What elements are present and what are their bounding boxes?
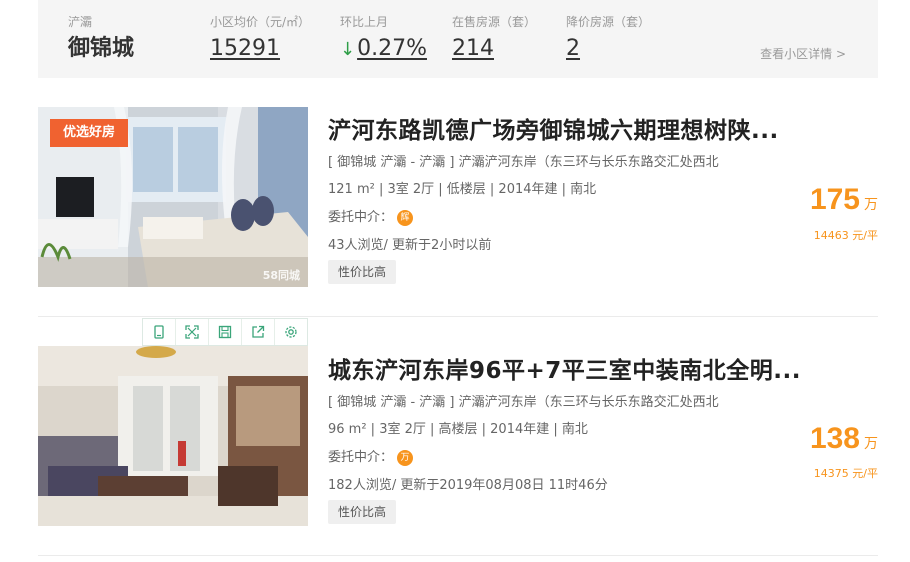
district-label: 浐灞 xyxy=(68,15,93,29)
agent-badge-icon[interactable]: 万 xyxy=(397,449,414,466)
listing-hover-toolbar xyxy=(142,318,308,346)
listing-price: 138 万 xyxy=(810,422,878,456)
price-cut-value[interactable]: 2 xyxy=(566,34,650,64)
price-unit: 万 xyxy=(864,197,878,213)
price-value: 175 xyxy=(809,183,860,216)
listing-agent: 委托中介：辉 xyxy=(328,206,414,226)
living-room-photo xyxy=(38,346,308,526)
agent-label: 委托中介： xyxy=(328,450,394,465)
for-sale-label: 在售房源（套） xyxy=(452,15,537,29)
listing-unit-price: 14375 元/平 xyxy=(813,467,878,480)
listing-agent: 委托中介：万 xyxy=(328,446,414,466)
mom-block: 环比上月 ↓0.27% xyxy=(340,14,427,65)
listing-price: 175 万 xyxy=(810,183,878,217)
price-unit: 万 xyxy=(864,436,878,452)
featured-badge: 优选好房 xyxy=(50,119,128,147)
listing-card[interactable]: 优选好房 58同城 浐河东路凯德广场旁御锦城六期理想树陕... [ 御锦城 浐灞… xyxy=(38,107,878,287)
listing-meta: 121 m² | 3室 2厅 | 低楼层 | 2014年建 | 南北 xyxy=(328,182,597,197)
save-icon xyxy=(218,325,232,339)
listing-title[interactable]: 浐河东路凯德广场旁御锦城六期理想树陕... xyxy=(328,111,808,145)
tool-save[interactable] xyxy=(209,319,242,345)
for-sale-block: 在售房源（套） 214 xyxy=(452,14,536,64)
mobile-icon xyxy=(154,325,164,339)
community-details-link[interactable]: 查看小区详情 > xyxy=(760,45,846,62)
photo-watermark: 58同城 xyxy=(262,269,300,282)
listing-address[interactable]: [ 御锦城 浐灞 - 浐灞 ] 浐灞浐河东岸（东三环与长乐东路交汇处西北 xyxy=(328,391,719,410)
listing-meta: 96 m² | 3室 2厅 | 高楼层 | 2014年建 | 南北 xyxy=(328,422,588,437)
tool-fullscreen[interactable] xyxy=(176,319,209,345)
mom-label: 环比上月 xyxy=(340,15,389,29)
price-value: 138 xyxy=(809,422,860,455)
share-icon xyxy=(252,325,265,338)
listing-title[interactable]: 城东浐河东岸96平+7平三室中装南北全明... xyxy=(328,351,808,385)
for-sale-value[interactable]: 214 xyxy=(452,34,536,64)
agent-label: 委托中介： xyxy=(328,210,394,225)
arrow-down-icon: ↓ xyxy=(340,39,356,60)
community-name: 御锦城 xyxy=(68,36,135,61)
listing-tag: 性价比高 xyxy=(328,260,397,284)
listing-photo[interactable] xyxy=(38,346,308,526)
listing-photo[interactable]: 优选好房 58同城 xyxy=(38,107,308,287)
price-cut-label: 降价房源（套） xyxy=(566,15,651,29)
mom-value: 0.27% xyxy=(357,36,427,61)
listing-unit-price: 14463 元/平 xyxy=(813,229,878,242)
price-cut-block: 降价房源（套） 2 xyxy=(566,14,650,64)
avg-price-label: 小区均价（元/㎡） xyxy=(210,15,311,29)
avg-price-value[interactable]: 15291 xyxy=(210,34,310,64)
avg-price-block: 小区均价（元/㎡） 15291 xyxy=(210,14,310,64)
gear-icon xyxy=(285,326,297,338)
community-name-block: 浐灞 御锦城 xyxy=(68,14,134,64)
tool-settings[interactable] xyxy=(275,319,307,345)
listing-divider xyxy=(38,555,878,556)
tool-mobile[interactable] xyxy=(143,319,176,345)
agent-badge-icon[interactable]: 辉 xyxy=(397,209,414,226)
expand-icon xyxy=(185,325,199,339)
tool-share[interactable] xyxy=(242,319,275,345)
listing-address[interactable]: [ 御锦城 浐灞 - 浐灞 ] 浐灞浐河东岸（东三环与长乐东路交汇处西北 xyxy=(328,151,719,170)
mom-value-wrap[interactable]: ↓0.27% xyxy=(340,34,427,65)
listing-card[interactable]: 城东浐河东岸96平+7平三室中装南北全明... [ 御锦城 浐灞 - 浐灞 ] … xyxy=(38,318,878,526)
listing-views: 182人浏览/ 更新于2019年08月08日 11时46分 xyxy=(328,478,608,493)
community-stats-bar: 浐灞 御锦城 小区均价（元/㎡） 15291 环比上月 ↓0.27% 在售房源（… xyxy=(38,0,878,78)
listing-views: 43人浏览/ 更新于2小时以前 xyxy=(328,238,492,253)
listing-divider xyxy=(38,316,878,317)
listing-tag: 性价比高 xyxy=(328,500,397,524)
